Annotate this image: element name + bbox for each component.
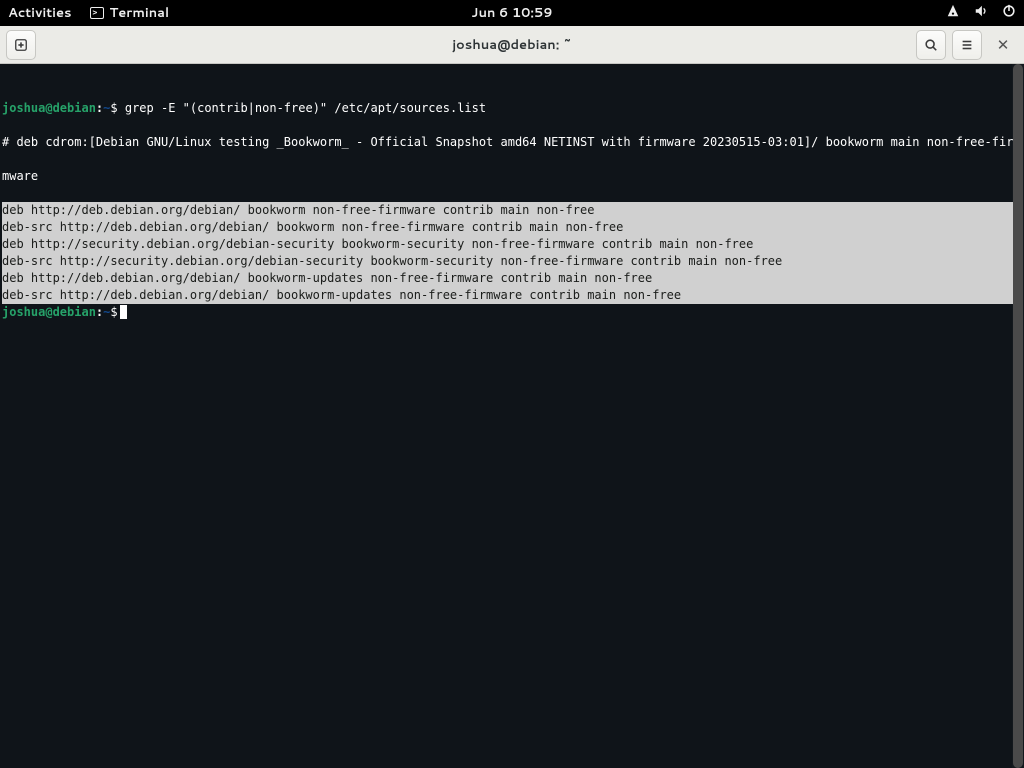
volume-icon [974,4,988,23]
network-icon [946,4,960,23]
new-tab-button[interactable] [6,30,36,60]
gnome-top-bar: Activities Terminal Jun 6 10:59 [0,0,1024,26]
activities-button[interactable]: Activities [8,4,72,22]
close-icon: ✕ [997,34,1010,55]
output-comment-line-1: # deb cdrom:[Debian GNU/Linux testing _B… [2,134,1022,151]
terminal-window: joshua@debian: ~ ✕ joshua@debian:~$ gr [0,26,1024,768]
window-title: joshua@debian: ~ [452,36,572,54]
scrollbar-thumb[interactable] [1013,64,1023,768]
terminal-icon [90,7,104,19]
active-app-indicator[interactable]: Terminal [90,4,170,22]
prompt-line-1: joshua@debian:~$ grep -E "(contrib|non-f… [2,100,1022,117]
power-icon [1002,4,1016,23]
terminal-scrollbar[interactable] [1012,64,1024,768]
grep-match-line: deb-src http://deb.debian.org/debian/ bo… [2,287,1022,304]
active-app-label: Terminal [110,4,170,22]
clock-button[interactable]: Jun 6 10:59 [471,4,552,22]
system-status-area[interactable] [946,4,1016,23]
plus-icon [14,38,28,52]
output-comment-line-2: mware [2,168,1022,185]
grep-match-line: deb http://deb.debian.org/debian/ bookwo… [2,202,1022,219]
close-window-button[interactable]: ✕ [988,30,1018,60]
hamburger-menu-button[interactable] [952,30,982,60]
grep-match-line: deb http://deb.debian.org/debian/ bookwo… [2,270,1022,287]
window-headerbar: joshua@debian: ~ ✕ [0,26,1024,64]
prompt-line-2: joshua@debian:~$ [2,304,1022,321]
terminal-cursor [120,305,127,319]
grep-match-line: deb-src http://security.debian.org/debia… [2,253,1022,270]
search-button[interactable] [916,30,946,60]
grep-match-line: deb-src http://deb.debian.org/debian/ bo… [2,219,1022,236]
hamburger-icon [960,38,974,52]
search-icon [924,38,938,52]
terminal-content[interactable]: joshua@debian:~$ grep -E "(contrib|non-f… [0,64,1024,768]
grep-match-line: deb http://security.debian.org/debian-se… [2,236,1022,253]
